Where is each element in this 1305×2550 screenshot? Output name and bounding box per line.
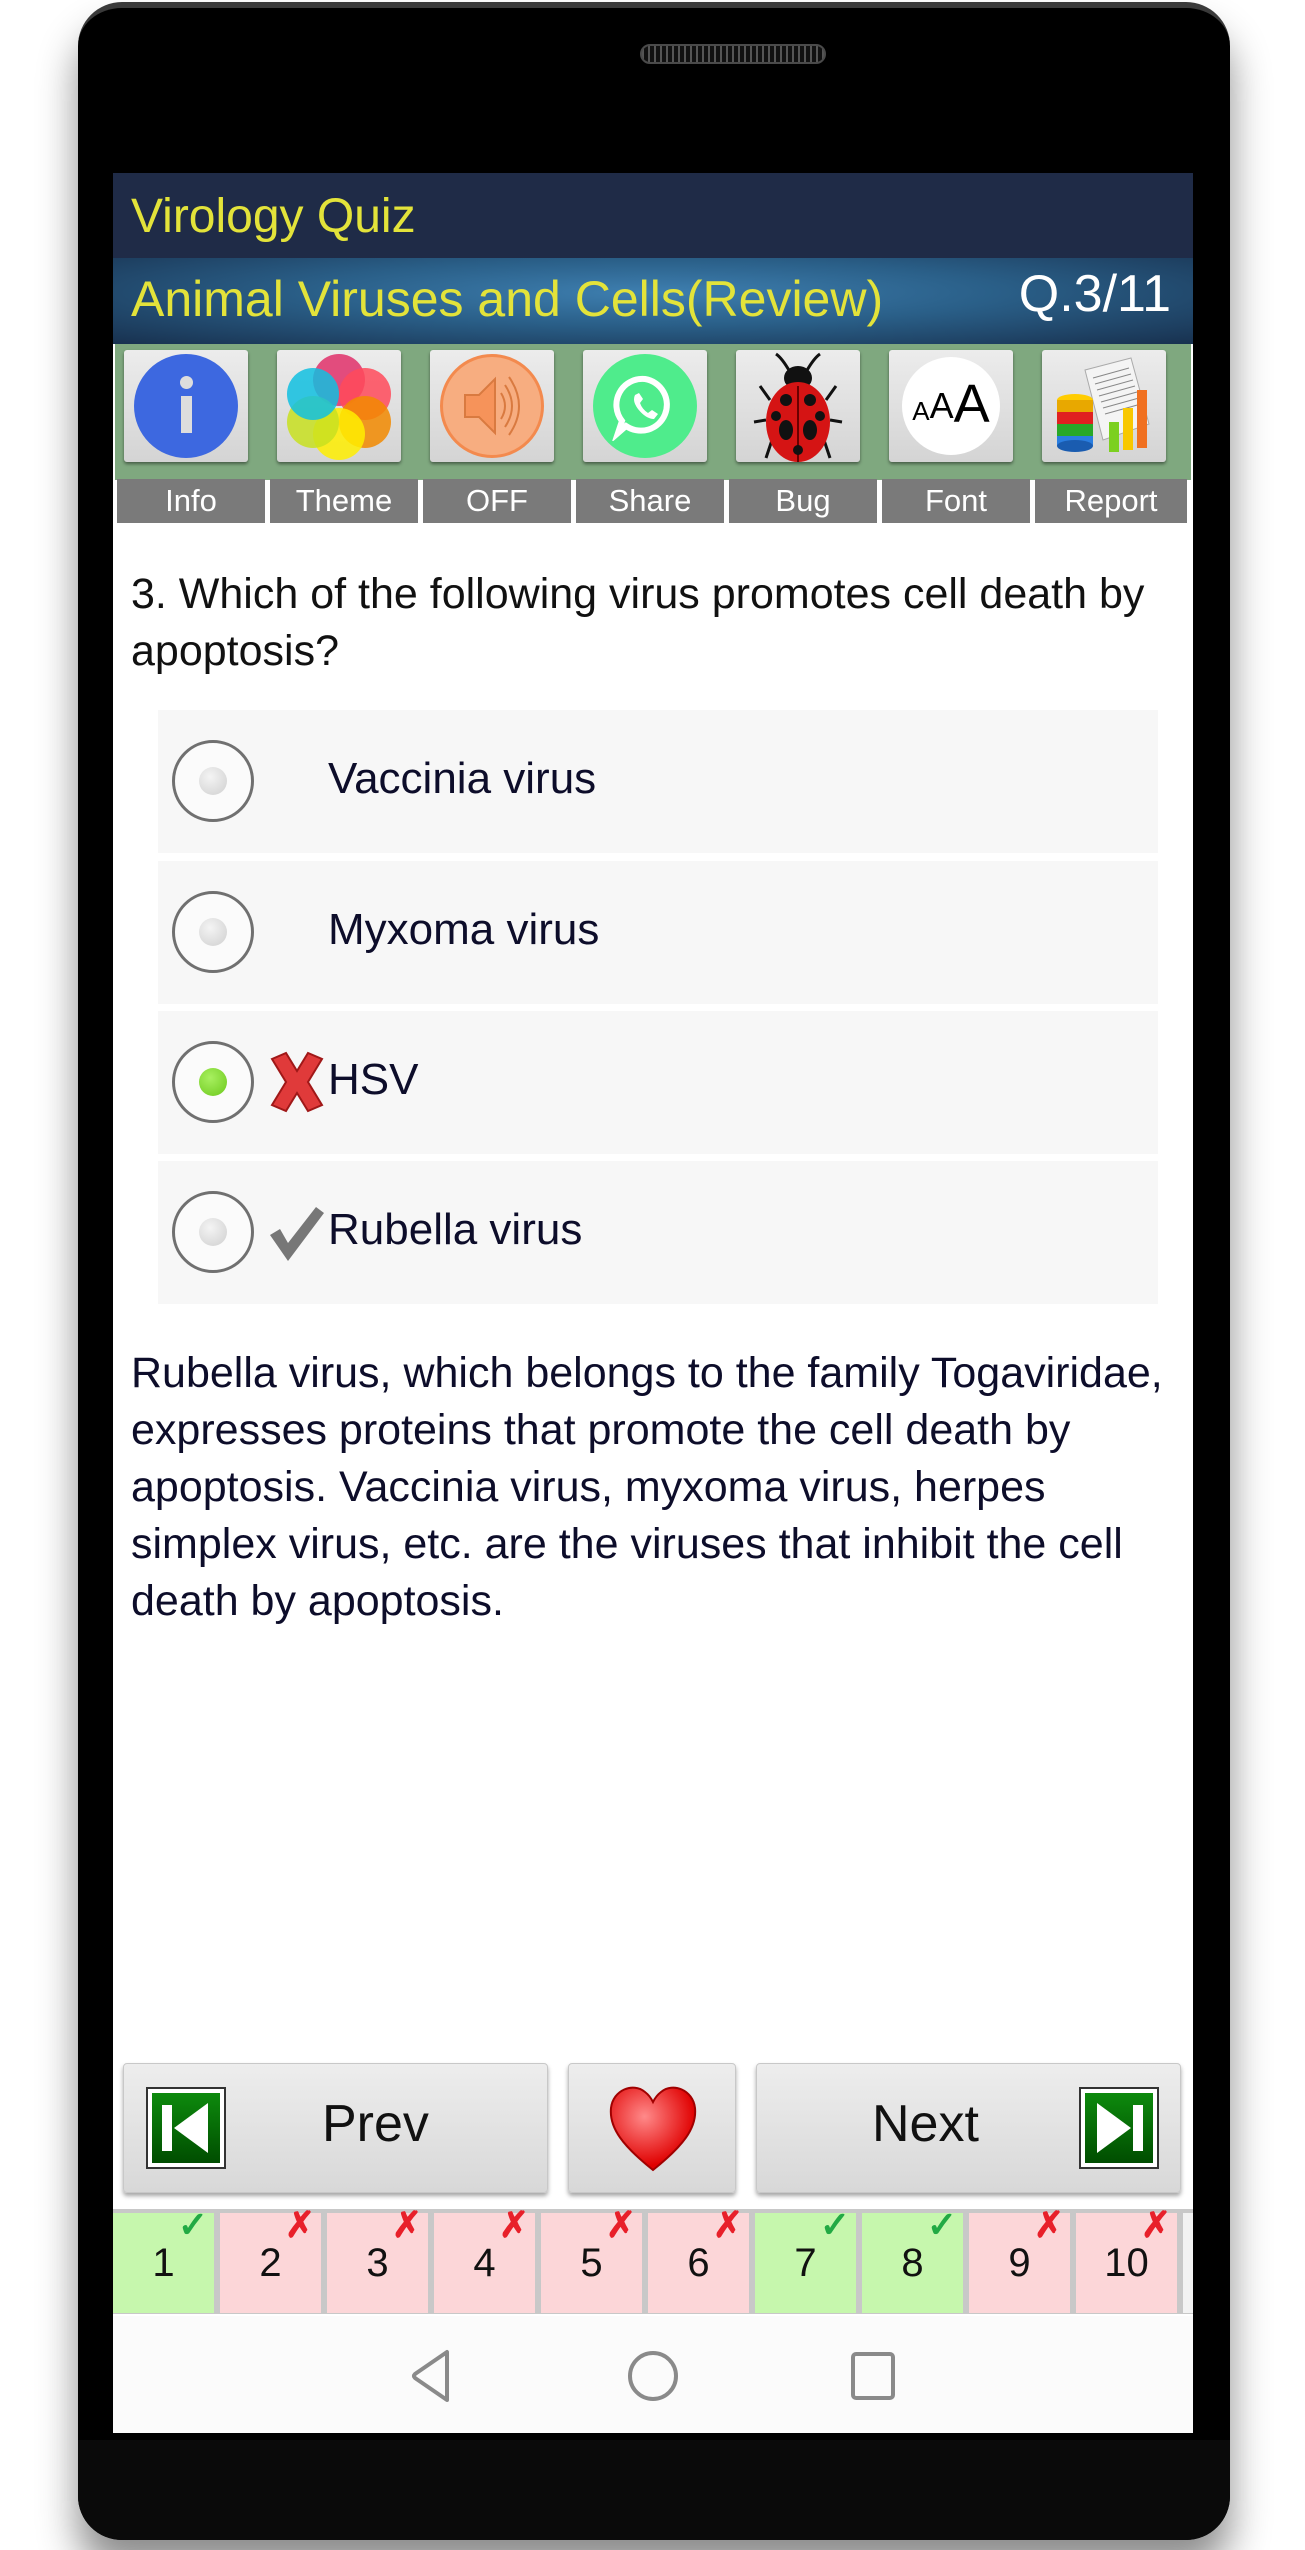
question-number: 4	[473, 2241, 496, 2285]
question-number: 5	[580, 2241, 603, 2285]
wrong-answer-x-icon	[270, 1051, 324, 1113]
back-icon[interactable]	[403, 2346, 463, 2406]
question-number: 9	[1008, 2241, 1031, 2285]
info-icon	[134, 354, 238, 458]
status-mark-icon: ✗	[284, 2204, 315, 2245]
correct-answer-check-icon	[270, 1207, 324, 1261]
toolbar-label-theme[interactable]: Theme	[270, 479, 418, 523]
question-status-strip: 1 ✓ 2 ✗ 3 ✗ 4 ✗ 5 ✗ 6 ✗ 7 ✓ 8 ✓ 9 ✗ 10 ✗	[113, 2205, 1193, 2314]
status-mark-icon: ✗	[1140, 2204, 1171, 2245]
radio-indicator	[199, 767, 227, 795]
earpiece-speaker	[640, 44, 826, 64]
prev-label: Prev	[322, 2095, 429, 2153]
status-mark-icon: ✗	[712, 2204, 743, 2245]
answer-option-selected[interactable]: HSV	[158, 1011, 1158, 1154]
option-text: Myxoma virus	[328, 905, 600, 954]
app-header: Virology Quiz	[113, 173, 1193, 258]
status-mark-icon: ✗	[605, 2204, 636, 2245]
next-label: Next	[872, 2095, 979, 2153]
home-icon[interactable]	[623, 2346, 683, 2406]
status-mark-icon: ✓	[819, 2204, 850, 2245]
toolbar-label-bug[interactable]: Bug	[729, 479, 877, 523]
radio-indicator	[199, 1218, 227, 1246]
question-cell[interactable]: 9 ✗	[969, 2205, 1070, 2313]
ladybug-icon	[753, 352, 843, 462]
quiz-subtitle: Animal Viruses and Cells(Review)	[131, 271, 884, 327]
question-number: 1	[152, 2241, 175, 2285]
status-mark-icon: ✓	[926, 2204, 957, 2245]
radio-button[interactable]	[172, 891, 254, 973]
toolbar-label-info[interactable]: Info	[117, 479, 265, 523]
status-mark-icon: ✗	[391, 2204, 422, 2245]
radio-indicator	[199, 918, 227, 946]
report-chart-icon	[1057, 357, 1150, 452]
question-number: 8	[901, 2241, 924, 2285]
font-size-button[interactable]: AAA	[889, 350, 1013, 462]
toolbar: AAA	[115, 344, 1191, 480]
question-cell[interactable]: 2 ✗	[220, 2205, 321, 2313]
report-button[interactable]	[1042, 350, 1166, 462]
whatsapp-icon	[593, 354, 697, 458]
answer-explanation: Rubella virus, which belongs to the fami…	[131, 1349, 1163, 1625]
radio-button[interactable]	[172, 740, 254, 822]
question-number: 7	[794, 2241, 817, 2285]
recents-icon[interactable]	[843, 2346, 903, 2406]
bug-report-button[interactable]	[736, 350, 860, 462]
question-counter: Q.3/11	[1018, 265, 1171, 323]
toolbar-label-share[interactable]: Share	[576, 479, 724, 523]
status-mark-icon: ✓	[177, 2204, 208, 2245]
toolbar-label-report[interactable]: Report	[1035, 479, 1187, 523]
question-cell-partial[interactable]	[1183, 2213, 1193, 2313]
question-cell-current[interactable]: 3 ✗	[327, 2205, 428, 2313]
favorite-button[interactable]	[568, 2063, 736, 2193]
toolbar-label-sound[interactable]: OFF	[423, 479, 571, 523]
heart-icon	[609, 2086, 697, 2172]
answer-option[interactable]: Rubella virus	[158, 1161, 1158, 1304]
question-cell[interactable]: 6 ✗	[648, 2205, 749, 2313]
question-number: 2	[259, 2241, 282, 2285]
info-button[interactable]	[124, 350, 248, 462]
question-cell[interactable]: 1 ✓	[113, 2205, 214, 2313]
system-navigation-bar	[113, 2316, 1193, 2433]
speaker-icon	[440, 354, 544, 458]
question-number: 3	[366, 2241, 389, 2285]
sound-toggle-button[interactable]	[430, 350, 554, 462]
answer-option[interactable]: Vaccinia virus	[158, 710, 1158, 853]
toolbar-labels: Info Theme OFF Share Bug Font Report	[113, 479, 1193, 523]
question-cell[interactable]: 7 ✓	[755, 2205, 856, 2313]
next-button[interactable]: Next	[756, 2063, 1181, 2193]
prev-button[interactable]: Prev	[123, 2063, 548, 2193]
question-cell[interactable]: 4 ✗	[434, 2205, 535, 2313]
font-size-icon: AAA	[902, 357, 1000, 455]
question-cell[interactable]: 10 ✗	[1076, 2205, 1177, 2313]
radio-button-selected[interactable]	[172, 1041, 254, 1123]
app-screen: Virology Quiz Animal Viruses and Cells(R…	[113, 173, 1193, 2433]
share-button[interactable]	[583, 350, 707, 462]
option-text: Rubella virus	[328, 1205, 583, 1254]
next-icon	[1079, 2087, 1159, 2169]
theme-button[interactable]	[277, 350, 401, 462]
app-title: Virology Quiz	[131, 190, 416, 243]
question-number: 6	[687, 2241, 710, 2285]
quiz-subheader: Animal Viruses and Cells(Review) Q.3/11	[113, 258, 1193, 344]
question-number: 10	[1104, 2241, 1149, 2285]
status-mark-icon: ✗	[1033, 2204, 1064, 2245]
question-cell[interactable]: 5 ✗	[541, 2205, 642, 2313]
question-text: 3. Which of the following virus promotes…	[131, 570, 1145, 675]
radio-button[interactable]	[172, 1191, 254, 1273]
radio-indicator-selected	[199, 1068, 227, 1096]
prev-icon	[146, 2087, 226, 2169]
theme-palette-icon	[287, 354, 391, 460]
toolbar-label-font[interactable]: Font	[882, 479, 1030, 523]
status-mark-icon: ✗	[498, 2204, 529, 2245]
phone-chin	[78, 2440, 1230, 2540]
option-text: HSV	[328, 1055, 419, 1104]
question-cell[interactable]: 8 ✓	[862, 2205, 963, 2313]
answer-option[interactable]: Myxoma virus	[158, 861, 1158, 1004]
option-text: Vaccinia virus	[328, 754, 597, 803]
